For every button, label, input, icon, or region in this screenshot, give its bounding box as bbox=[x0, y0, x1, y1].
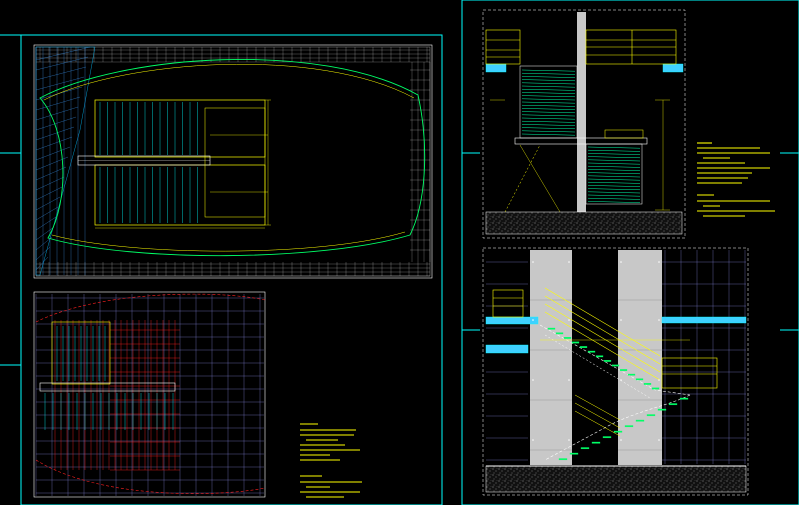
top-plan-view bbox=[33, 44, 433, 279]
elevation-railing-upper bbox=[492, 287, 718, 389]
section-notes-lines bbox=[697, 142, 775, 217]
elevation-railing-lower bbox=[574, 394, 621, 437]
elevation-glass-right bbox=[618, 250, 662, 465]
section-center-column bbox=[577, 12, 586, 212]
bottom-plan-red-structure bbox=[54, 320, 180, 471]
elevation-view bbox=[482, 247, 749, 496]
top-plan-stair-lower bbox=[94, 164, 266, 226]
section-treads-lower bbox=[587, 146, 641, 203]
top-plan-hatch-left bbox=[35, 46, 96, 276]
section-ground bbox=[485, 211, 683, 235]
bottom-plan-curve-top bbox=[35, 293, 266, 323]
bottom-plan-view bbox=[33, 291, 362, 498]
section-treads-upper bbox=[521, 69, 576, 136]
bottom-plan-grid bbox=[35, 294, 264, 496]
cad-drawing bbox=[0, 0, 799, 505]
top-plan-grid bbox=[36, 47, 431, 277]
plan-notes-lines bbox=[300, 423, 362, 498]
top-plan-curved-outline bbox=[39, 59, 426, 257]
elevation-glass-left bbox=[530, 250, 572, 465]
bottom-plan-curve-bottom bbox=[35, 459, 266, 494]
top-plan-treads bbox=[99, 102, 198, 223]
section-view bbox=[482, 9, 775, 239]
top-plan-stair-upper bbox=[94, 99, 266, 158]
elevation-ground bbox=[485, 465, 747, 493]
